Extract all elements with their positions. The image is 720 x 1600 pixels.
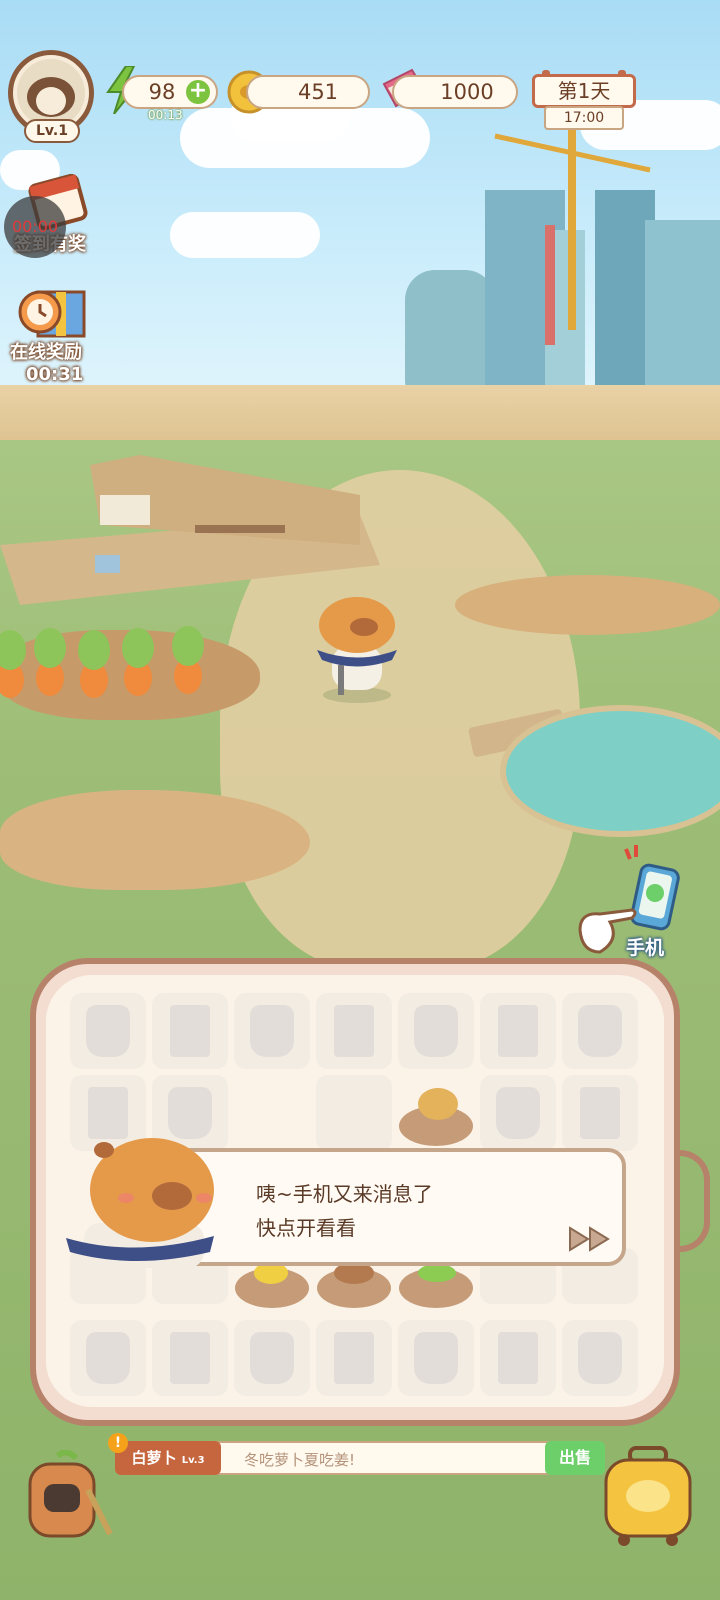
construction-site-illustration (405, 130, 720, 410)
board-handle (676, 1150, 710, 1252)
locked-bag-icon (414, 1332, 458, 1384)
ruined-house-illustration (0, 455, 380, 605)
locked-sack-icon (578, 1332, 622, 1384)
locked-sack-icon (250, 1332, 294, 1384)
locked-slot-bag[interactable] (70, 1320, 146, 1396)
ticket-value: 1000 (440, 80, 494, 104)
locked-slot-box[interactable] (480, 993, 556, 1069)
online-reward-button[interactable]: 在线奖励 00:31 (0, 276, 110, 386)
locked-box-icon (334, 1332, 374, 1384)
locked-bag-icon (496, 1087, 540, 1139)
locked-bag-icon (86, 1005, 130, 1057)
carrot-crops (0, 626, 204, 698)
empty-field-plot[interactable] (0, 790, 310, 890)
empty-slot[interactable] (316, 1075, 392, 1151)
day-number: 第1天 (532, 74, 636, 108)
coin-counter: 451 (246, 75, 370, 109)
energy-value: 98 (148, 80, 176, 104)
locked-sack-icon (250, 1005, 294, 1057)
locked-box-icon (580, 1087, 620, 1139)
game-clock: 17:00 (544, 106, 624, 130)
empty-field-plot[interactable] (455, 575, 720, 635)
locked-slot-box[interactable] (480, 1320, 556, 1396)
potato-item-icon[interactable] (418, 1088, 458, 1120)
pea-pod-item-icon[interactable] (418, 1264, 456, 1282)
ticket-counter: 1000 (392, 75, 518, 109)
dialog-line-1: 咦~手机又来消息了 (256, 1182, 433, 1206)
gift-clock-icon (18, 290, 86, 338)
capybara-speaker-portrait (66, 1138, 214, 1268)
dialog-line-2: 快点开看看 (256, 1216, 356, 1240)
sell-button[interactable]: 出售 (545, 1441, 605, 1475)
suitcase-shop-icon[interactable] (600, 1446, 696, 1546)
locked-bag-icon (86, 1332, 130, 1384)
locked-slot-sack[interactable] (234, 1320, 310, 1396)
locked-slot-box[interactable] (316, 1320, 392, 1396)
screen-record-timer[interactable]: 00:00 (4, 196, 66, 258)
selected-item-description: 冬吃萝卜夏吃姜! (244, 1451, 356, 1469)
locked-slot-sack[interactable] (562, 993, 638, 1069)
locked-slot-bag[interactable] (398, 993, 474, 1069)
locked-slot-box[interactable] (152, 1320, 228, 1396)
locked-bag-icon (414, 1005, 458, 1057)
selected-item-tag: 白萝卜 Lv.3 (115, 1441, 221, 1475)
selected-item-level: Lv.3 (181, 1455, 205, 1466)
phone-button[interactable]: 手机 (570, 845, 690, 960)
locked-slot-sack[interactable] (234, 993, 310, 1069)
backpack-icon[interactable] (18, 1450, 114, 1542)
online-reward-label: 在线奖励 (10, 342, 82, 363)
online-reward-timer: 00:31 (26, 364, 84, 385)
locked-box-icon (498, 1332, 538, 1384)
coin-value: 451 (297, 80, 339, 104)
phone-label: 手机 (626, 937, 665, 959)
locked-box-icon (498, 1005, 538, 1057)
fast-forward-icon[interactable] (568, 1226, 612, 1252)
locked-box-icon (170, 1005, 210, 1057)
locked-box-icon (334, 1005, 374, 1057)
cloud (170, 212, 320, 258)
add-energy-button[interactable]: + (186, 80, 210, 104)
energy-timer: 00:13 (148, 108, 183, 122)
player-level-badge: Lv.1 (24, 119, 80, 143)
locked-slot-bag[interactable] (70, 993, 146, 1069)
capybara-player-character[interactable] (312, 595, 402, 705)
locked-slot-box[interactable] (152, 993, 228, 1069)
locked-box-icon (170, 1332, 210, 1384)
locked-slot-bag[interactable] (398, 1320, 474, 1396)
locked-slot-sack[interactable] (562, 1320, 638, 1396)
locked-sack-icon (578, 1005, 622, 1057)
locked-slot-box[interactable] (562, 1075, 638, 1151)
locked-slot-bag[interactable] (480, 1075, 556, 1151)
locked-slot-box[interactable] (316, 993, 392, 1069)
day-calendar: 第1天 17:00 (532, 70, 636, 130)
selected-item-name: 白萝卜 (131, 1449, 177, 1467)
